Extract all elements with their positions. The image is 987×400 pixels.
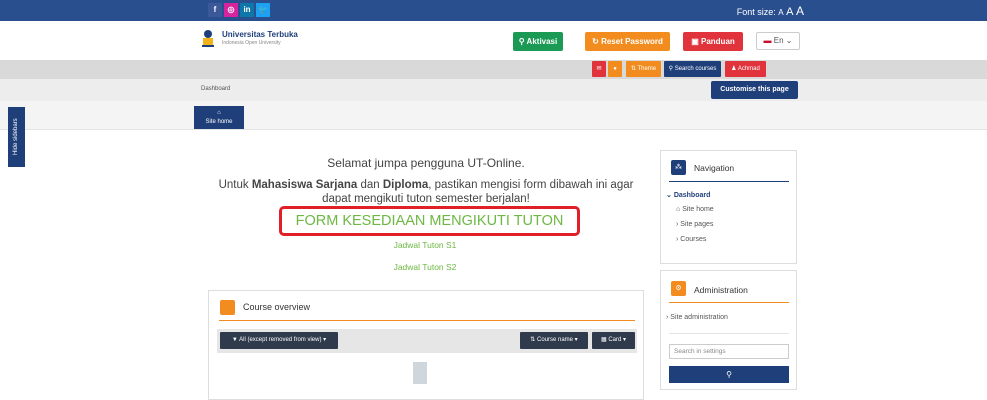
uk-flag-icon: ▬ xyxy=(763,36,772,45)
navigation-title: Navigation xyxy=(694,163,735,173)
nav-item-dashboard[interactable]: ⌄ Dashboard xyxy=(666,191,710,199)
site-home-label: Site home xyxy=(205,119,233,125)
course-overview-icon xyxy=(220,300,235,315)
jadwal-tuton-s1-link[interactable]: Jadwal Tuton S1 xyxy=(330,240,520,250)
sort-icon: ⇅ xyxy=(530,337,537,343)
sort-label: Course name xyxy=(536,337,574,343)
key-icon: ⚲ xyxy=(518,37,527,46)
instr-part-2: dan xyxy=(357,179,383,191)
chevron-down-icon: ▾ xyxy=(621,337,627,343)
nav-item-courses-label: Courses xyxy=(680,236,707,243)
site-home-button[interactable]: ⌂ Site home xyxy=(194,106,244,129)
font-size-small[interactable]: A xyxy=(778,8,783,17)
nav-item-site-home[interactable]: ⌂ Site home xyxy=(676,206,714,213)
refresh-icon: ↻ xyxy=(592,37,602,46)
divider xyxy=(669,333,789,334)
navigation-block: ⁂ Navigation ⌄ Dashboard ⌂ Site home › S… xyxy=(660,150,797,264)
search-settings-placeholder: Search in settings xyxy=(674,348,726,355)
logo-subtitle: Indonesia Open University xyxy=(222,40,281,46)
sitemap-icon: ⁂ xyxy=(671,160,686,175)
nav-item-site-home-label: Site home xyxy=(682,206,714,213)
search-courses-label: Search courses xyxy=(674,66,717,72)
divider xyxy=(219,320,635,321)
welcome-text: Selamat jumpa pengguna UT-Online. xyxy=(327,156,525,170)
administration-title: Administration xyxy=(694,285,748,295)
search-settings-input[interactable]: Search in settings xyxy=(669,344,789,359)
cog-icon: ⚙ xyxy=(671,281,686,296)
university-logo-icon[interactable] xyxy=(201,29,215,47)
instr-bold-1: Mahasiswa Sarjana xyxy=(251,179,358,191)
aktivasi-button[interactable]: ⚲ Aktivasi xyxy=(513,32,563,51)
reset-password-button[interactable]: ↻ Reset Password xyxy=(585,32,670,51)
home-icon: ⌂ xyxy=(217,110,221,116)
customise-page-button[interactable]: Customise this page xyxy=(711,81,798,99)
font-size-label: Font size: xyxy=(736,7,776,17)
user-menu-bar: ✉ ● ⇅ Theme settings ⚲ Search courses ♟ … xyxy=(0,60,987,88)
messages-icon[interactable]: ● xyxy=(608,61,622,77)
book-icon: ▣ xyxy=(691,37,701,46)
form-kesediaan-link[interactable]: FORM KESEDIAAN MENGIKUTI TUTON xyxy=(279,206,580,236)
logo-title[interactable]: Universitas Terbuka xyxy=(222,30,298,39)
instr-part-1: Untuk xyxy=(218,179,252,191)
divider xyxy=(669,181,789,182)
font-size-medium[interactable]: A xyxy=(786,6,793,18)
site-header: Universitas Terbuka Indonesia Open Unive… xyxy=(0,21,987,60)
filter-dropdown[interactable]: ▼ All (except removed from view) ▾ xyxy=(220,332,338,349)
course-toolbar: ▼ All (except removed from view) ▾ ⇅ Cou… xyxy=(217,329,637,353)
hide-sidebars-button[interactable]: Hide sidebars xyxy=(8,107,25,167)
site-nav-bar: ⌂ Site home xyxy=(0,101,987,130)
top-bar: f ◎ in 🐦 Font size: A A A xyxy=(0,0,987,21)
language-selector[interactable]: ▬ En ⌄ xyxy=(756,32,800,50)
user-menu-button[interactable]: ♟ Achmad xyxy=(725,61,766,77)
site-administration-link[interactable]: › Site administration xyxy=(666,314,728,321)
nav-item-site-pages[interactable]: › Site pages xyxy=(676,221,713,228)
panduan-button[interactable]: ▣ Panduan xyxy=(683,32,743,51)
chevron-down-icon: ▾ xyxy=(573,337,578,343)
chevron-down-icon: ▾ xyxy=(321,337,327,343)
twitter-icon[interactable]: 🐦 xyxy=(256,3,270,17)
search-courses-button[interactable]: ⚲ Search courses xyxy=(664,61,721,77)
course-overview-title: Course overview xyxy=(243,302,311,312)
administration-block: ⚙ Administration › Site administration S… xyxy=(660,270,797,390)
instagram-icon[interactable]: ◎ xyxy=(224,3,238,17)
breadcrumb[interactable]: Dashboard xyxy=(201,86,230,92)
breadcrumb-bar: Dashboard Customise this page xyxy=(0,79,987,101)
nav-item-courses[interactable]: › Courses xyxy=(676,236,706,243)
nav-item-dashboard-label: Dashboard xyxy=(673,192,711,199)
notifications-icon[interactable]: ✉ xyxy=(592,61,606,77)
instruction-text: Untuk Mahasiswa Sarjana dan Diploma, pas… xyxy=(208,178,644,206)
no-courses-icon xyxy=(413,362,427,384)
sort-dropdown[interactable]: ⇅ Course name ▾ xyxy=(520,332,588,349)
chevron-down-icon: ⌄ xyxy=(785,36,793,45)
user-icon: ♟ xyxy=(731,66,738,72)
view-label: Card xyxy=(608,337,622,343)
linkedin-icon[interactable]: in xyxy=(240,3,254,17)
divider xyxy=(669,302,789,303)
font-size-control: Font size: A A A xyxy=(737,4,804,18)
search-icon: ⚲ xyxy=(726,370,732,379)
font-size-large[interactable]: A xyxy=(796,4,804,18)
instr-bold-2: Diploma xyxy=(382,179,429,191)
theme-settings-button[interactable]: ⇅ Theme settings xyxy=(626,61,661,88)
reset-label: Reset Password xyxy=(601,37,663,46)
panduan-label: Panduan xyxy=(701,37,735,46)
nav-item-site-pages-label: Site pages xyxy=(680,221,714,228)
course-overview-block: Course overview ▼ All (except removed fr… xyxy=(208,290,644,400)
filter-label: All (except removed from view) xyxy=(239,337,322,343)
view-dropdown[interactable]: ▦ Card ▾ xyxy=(592,332,635,349)
aktivasi-label: Aktivasi xyxy=(526,37,558,46)
search-settings-button[interactable]: ⚲ xyxy=(669,366,789,383)
language-label: En xyxy=(773,36,784,45)
user-name: Achmad xyxy=(737,66,760,72)
jadwal-tuton-s2-link[interactable]: Jadwal Tuton S2 xyxy=(330,262,520,272)
facebook-icon[interactable]: f xyxy=(208,3,222,17)
site-administration-label: Site administration xyxy=(670,314,728,321)
